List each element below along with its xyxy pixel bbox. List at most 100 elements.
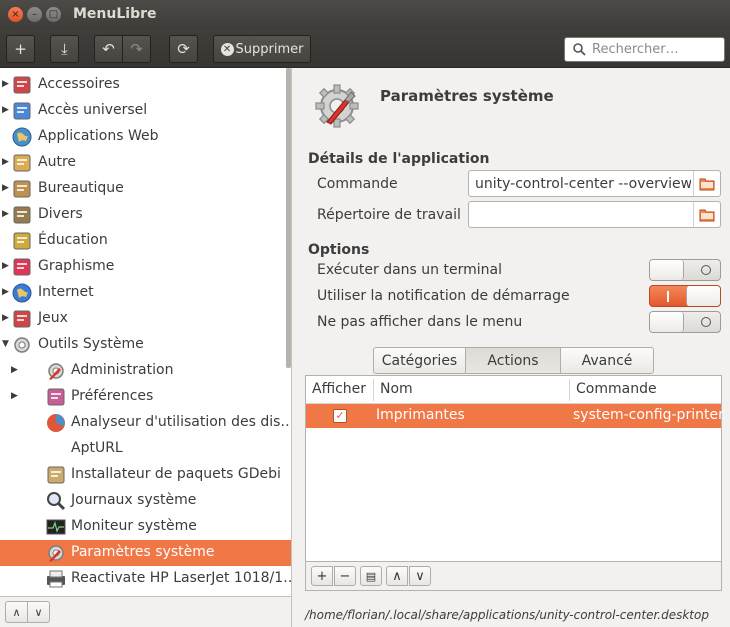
sidebar-item[interactable]: Installateur de paquets GDebi <box>0 462 291 488</box>
save-button[interactable]: ⤓ <box>50 35 79 63</box>
internet-icon <box>12 283 32 303</box>
sidebar-item[interactable]: ▶ Graphisme <box>0 254 291 280</box>
remove-action-button[interactable]: − <box>334 566 356 586</box>
sidebar-item[interactable]: Reactivate HP LaserJet 1018/1… <box>0 566 292 592</box>
sidebar-item-label: Applications Web <box>38 128 159 144</box>
sidebar-item-label: Administration <box>71 362 174 378</box>
revert-button[interactable]: ⟳ <box>169 35 198 63</box>
sidebar-item-label: Jeux <box>38 310 68 326</box>
column-header-command[interactable]: Commande <box>576 381 657 397</box>
sidebar-item[interactable]: ▶ Internet <box>0 280 291 306</box>
sidebar-item-label: Moniteur système <box>71 518 197 534</box>
delete-icon: ✕ <box>220 42 234 56</box>
edit-action-button[interactable]: ▤ <box>360 566 382 586</box>
sidebar-item[interactable]: Journaux système <box>0 488 291 514</box>
graphics-icon <box>13 258 31 276</box>
workdir-label: Répertoire de travail <box>317 207 461 223</box>
system-tools-icon <box>14 337 30 353</box>
action-name-cell[interactable]: Imprimantes <box>376 407 465 423</box>
sidebar-item-label: Bureautique <box>38 180 124 196</box>
sidebar-item-label: Paramètres système <box>71 544 215 560</box>
move-down-button[interactable]: ∨ <box>27 601 50 623</box>
hide-in-menu-switch[interactable] <box>649 311 721 333</box>
sidebar-item-label: Préférences <box>71 388 154 404</box>
category-tree[interactable]: ▶ Accessoires ▶ Accès universel Applications… <box>0 68 292 596</box>
sidebar-item-label: Divers <box>38 206 83 222</box>
tab-advanced[interactable]: Avancé <box>560 347 654 374</box>
sidebar-item[interactable]: ▶ Accès universel <box>0 98 291 124</box>
sidebar-item[interactable]: ▶ Accessoires <box>0 72 291 98</box>
search-box[interactable] <box>564 37 725 62</box>
add-button[interactable]: + <box>6 35 35 63</box>
tab-actions[interactable]: Actions <box>465 347 561 374</box>
redo-button[interactable]: ↷ <box>122 35 151 63</box>
sidebar-item[interactable]: ▶ Divers <box>0 202 291 228</box>
sidebar-item-label: AptURL <box>71 440 123 456</box>
column-header-show[interactable]: Afficher <box>312 381 366 397</box>
browse-workdir-button[interactable] <box>693 202 720 227</box>
sidebar-item-label: Autre <box>38 154 77 170</box>
sidebar-item[interactable]: ▶ Jeux <box>0 306 291 332</box>
system-monitor-icon <box>46 519 66 535</box>
table-header: Afficher Nom Commande <box>306 376 721 404</box>
sidebar-item[interactable]: ▶ Administration <box>0 358 291 384</box>
web-apps-icon <box>12 127 32 147</box>
workdir-field[interactable] <box>468 201 721 228</box>
sidebar-item[interactable]: Applications Web <box>0 124 291 150</box>
expander-closed-icon[interactable]: ▶ <box>11 391 21 401</box>
move-up-button[interactable]: ∧ <box>5 601 28 623</box>
sidebar-item[interactable]: Éducation <box>0 228 291 254</box>
sidebar-item-label: Analyseur d'utilisation des dis… <box>71 414 292 430</box>
option-terminal-label: Exécuter dans un terminal <box>317 262 502 278</box>
games-icon <box>13 310 31 328</box>
add-action-button[interactable]: + <box>311 566 333 586</box>
action-command-cell[interactable]: system-config-printer <box>573 407 724 423</box>
table-row[interactable]: ✓ Imprimantes system-config-printer <box>306 404 724 428</box>
sidebar-item-label: Accès universel <box>38 102 148 118</box>
minimize-window-button[interactable]: – <box>27 7 42 22</box>
app-name-heading[interactable]: Paramètres système <box>380 87 554 105</box>
delete-button[interactable]: ✕ Supprimer <box>213 35 311 63</box>
sidebar-item[interactable]: ▶ Bureautique <box>0 176 291 202</box>
sidebar-item[interactable]: ▶ Autre <box>0 150 291 176</box>
browse-command-button[interactable] <box>693 171 720 196</box>
move-action-up-button[interactable]: ∧ <box>386 566 408 586</box>
show-checkbox[interactable]: ✓ <box>333 409 347 423</box>
folder-icon <box>699 178 715 190</box>
tree-scrollbar[interactable] <box>286 68 291 368</box>
option-hide-label: Ne pas afficher dans le menu <box>317 314 523 330</box>
startup-notify-switch[interactable] <box>649 285 721 307</box>
column-header-name[interactable]: Nom <box>380 381 413 397</box>
sidebar-item[interactable]: Paramètres système <box>0 540 291 566</box>
options-heading: Options <box>308 242 370 258</box>
tree-footer: ∧ ∨ <box>0 596 292 627</box>
move-action-down-button[interactable]: ∨ <box>409 566 431 586</box>
close-window-button[interactable]: × <box>8 7 23 22</box>
sidebar-item[interactable]: Moniteur système <box>0 514 291 540</box>
sidebar-item[interactable]: ▼ Outils Système <box>0 332 291 358</box>
actions-table: Afficher Nom Commande ✓ Imprimantes syst… <box>305 375 724 562</box>
other-icon <box>13 154 31 172</box>
search-input[interactable] <box>592 42 717 57</box>
sidebar-item-label: Installateur de paquets GDebi <box>71 466 281 482</box>
maximize-window-button[interactable]: □ <box>46 7 61 22</box>
terminal-switch[interactable] <box>649 259 721 281</box>
sidebar-item[interactable]: ▶ Préférences <box>0 384 291 410</box>
system-settings-icon <box>48 545 64 562</box>
sidebar-item-label: Reactivate HP LaserJet 1018/1… <box>71 570 292 586</box>
command-field[interactable] <box>468 170 721 197</box>
tab-categories[interactable]: Catégories <box>373 347 466 374</box>
sidebar-item-label: Journaux système <box>71 492 197 508</box>
command-input[interactable] <box>469 175 691 192</box>
workdir-input[interactable] <box>469 206 691 223</box>
folder-icon <box>699 209 715 221</box>
command-label: Commande <box>317 176 398 192</box>
tab-bar: Catégories Actions Avancé <box>373 347 654 374</box>
system-log-icon <box>47 492 66 511</box>
education-icon <box>13 232 31 250</box>
sidebar-item-label: Graphisme <box>38 258 115 274</box>
expander-closed-icon[interactable]: ▶ <box>11 365 21 375</box>
sidebar-item[interactable]: AptURL <box>0 436 291 462</box>
undo-button[interactable]: ↶ <box>94 35 123 63</box>
sidebar-item[interactable]: Analyseur d'utilisation des dis… <box>0 410 292 436</box>
